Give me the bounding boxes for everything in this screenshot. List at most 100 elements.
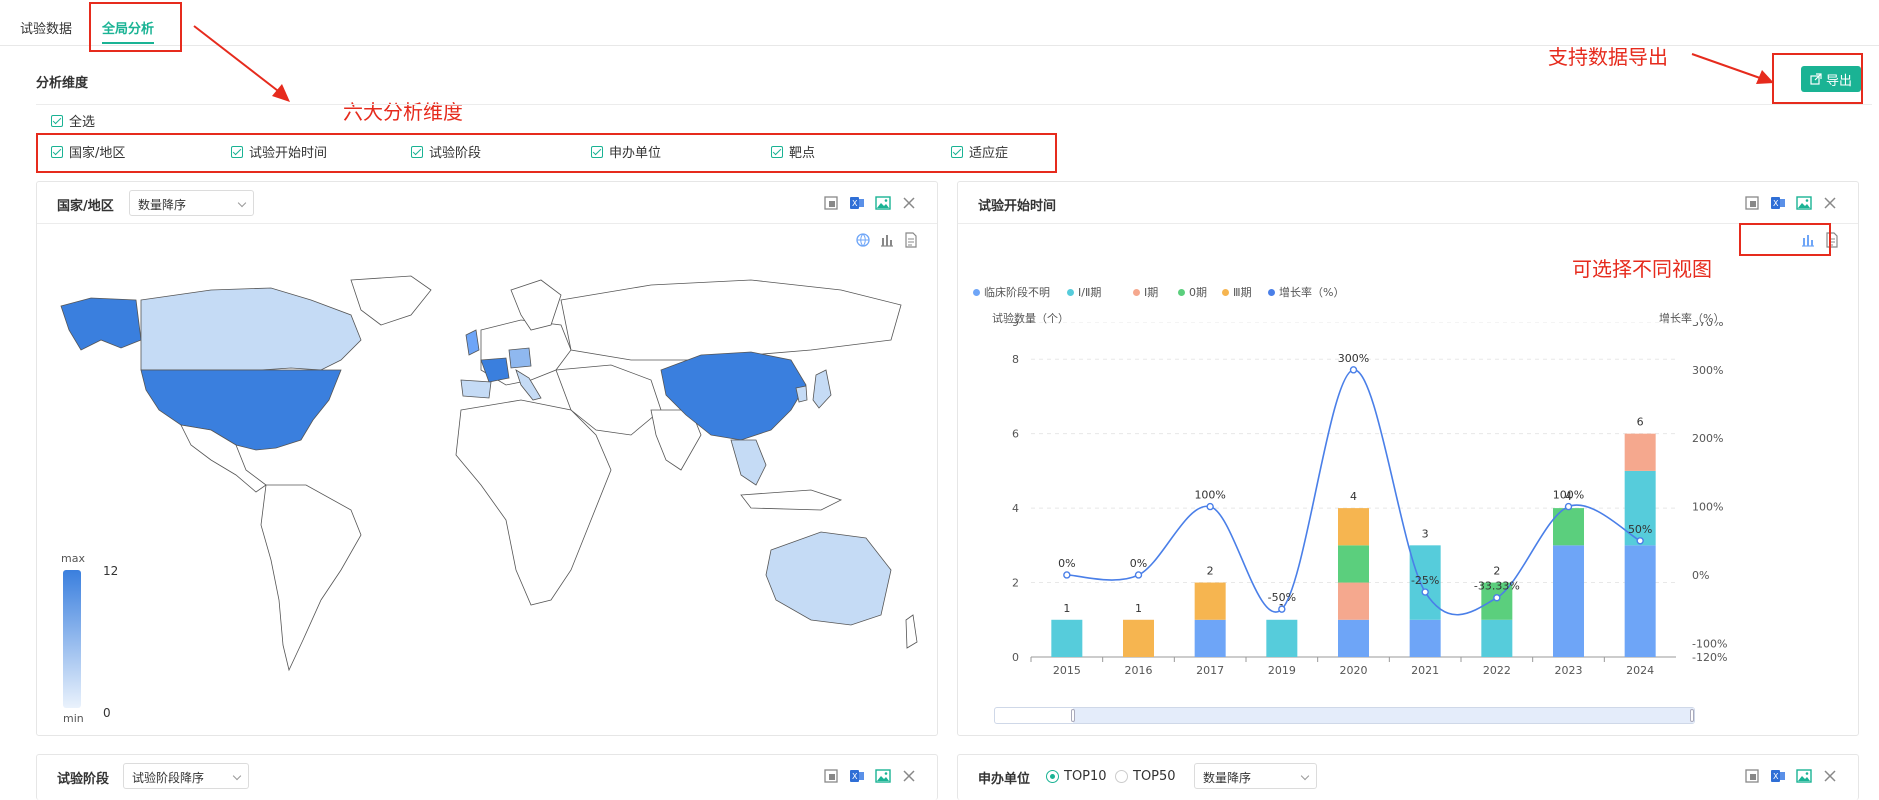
dimension-checkbox-sponsor[interactable]: 申办单位 [591, 142, 661, 161]
y-tick-right: -100% [1692, 637, 1727, 650]
dimension-checkbox-indication[interactable]: 适应症 [951, 142, 1008, 161]
fullscreen-icon[interactable] [1744, 768, 1760, 784]
legend-item[interactable]: 0期 [1178, 284, 1207, 300]
image-icon[interactable] [1796, 768, 1812, 784]
map-color-scale [63, 570, 81, 708]
x-tick-label: 2017 [1196, 664, 1224, 677]
bar-segment [1338, 508, 1369, 546]
chevron-down-icon [232, 771, 242, 781]
bar-segment [1624, 433, 1656, 471]
radio-top10[interactable]: TOP10 [1046, 769, 1107, 784]
growth-point [1278, 605, 1286, 613]
tab-trial-data[interactable]: 试验数据 [20, 18, 72, 37]
scale-gradient-bar [63, 570, 81, 708]
bar-chart-view-icon[interactable] [879, 232, 895, 248]
bar-total-label: 2 [1493, 565, 1500, 578]
legend-item[interactable]: Ⅰ期 [1133, 284, 1158, 300]
map-region-canada [140, 287, 362, 371]
bar-total-label: 3 [1422, 527, 1429, 540]
annotation-views: 可选择不同视图 [1572, 257, 1712, 281]
growth-point [1493, 594, 1501, 602]
panel-start-time: 试验开始时间 X 临床阶段不明 Ⅰ/Ⅱ期 Ⅰ期 0期 Ⅲ期 增长率（%） 试验数… [957, 181, 1859, 736]
map-view-icon[interactable] [855, 232, 871, 248]
checkbox-icon [411, 145, 423, 158]
select-all-checkbox[interactable]: 全选 [51, 111, 95, 130]
dimension-checkbox-target[interactable]: 靶点 [771, 142, 815, 161]
sort-select[interactable]: 数量降序 [1194, 763, 1317, 789]
dimension-checkbox-country[interactable]: 国家/地区 [51, 142, 125, 161]
data-zoom-range[interactable] [1073, 708, 1694, 723]
radio-label: TOP50 [1133, 769, 1176, 784]
sort-select[interactable]: 数量降序 [129, 190, 254, 216]
export-button[interactable]: 导出 [1801, 66, 1861, 92]
checkbox-icon [231, 145, 243, 158]
close-icon[interactable] [901, 195, 917, 211]
legend-item[interactable]: 临床阶段不明 [973, 284, 1050, 300]
excel-icon[interactable]: X [849, 195, 865, 211]
y-tick-right: 200% [1692, 432, 1723, 445]
export-label: 导出 [1825, 73, 1852, 89]
map-region-japan [812, 369, 832, 409]
y-tick-right: 370% [1692, 322, 1723, 329]
map-region-africa [455, 399, 612, 606]
x-tick-label: 2024 [1626, 664, 1654, 677]
fullscreen-icon[interactable] [823, 195, 839, 211]
y-tick-left: 0 [1012, 651, 1019, 664]
dimension-label: 国家/地区 [69, 146, 126, 161]
image-icon[interactable] [875, 195, 891, 211]
x-tick-label: 2019 [1268, 664, 1296, 677]
y-tick-right: 300% [1692, 364, 1723, 377]
data-zoom-handle-left[interactable] [1071, 709, 1075, 722]
panel-header: 国家/地区 数量降序 X [37, 182, 937, 224]
dimension-checkbox-phase[interactable]: 试验阶段 [411, 142, 481, 161]
highlight-box-dimensions [36, 133, 1057, 173]
data-zoom-slider[interactable] [994, 707, 1695, 724]
bar-segment [1194, 582, 1226, 620]
growth-label: -25% [1411, 574, 1439, 587]
panel-phase: 试验阶段 试验阶段降序 X [36, 754, 938, 800]
image-icon[interactable] [1796, 195, 1812, 211]
excel-icon[interactable]: X [849, 768, 865, 784]
legend-label: 增长率（%） [1279, 286, 1345, 299]
dimension-checkbox-start-time[interactable]: 试验开始时间 [231, 142, 327, 161]
bar-segment [1338, 545, 1369, 583]
table-view-icon[interactable] [903, 232, 919, 248]
map-region-alaska [60, 297, 142, 351]
legend-swatch [1178, 288, 1185, 296]
excel-icon[interactable]: X [1770, 195, 1786, 211]
legend-item[interactable]: Ⅰ/Ⅱ期 [1067, 284, 1101, 300]
data-zoom-handle-right[interactable] [1690, 709, 1694, 722]
sort-select[interactable]: 试验阶段降序 [123, 763, 249, 789]
fullscreen-icon[interactable] [1744, 195, 1760, 211]
map-region-france [480, 357, 510, 383]
section-title: 分析维度 [36, 76, 89, 91]
radio-top50[interactable]: TOP50 [1115, 769, 1176, 784]
legend-item[interactable]: 增长率（%） [1268, 284, 1344, 300]
image-icon[interactable] [875, 768, 891, 784]
close-icon[interactable] [1822, 768, 1838, 784]
panel-title: 试验阶段 [57, 772, 110, 787]
svg-text:X: X [1773, 199, 1779, 208]
excel-icon[interactable]: X [1770, 768, 1786, 784]
map-region-germany [508, 347, 532, 369]
divider [36, 104, 1872, 105]
annotation-arrow-dimensions [193, 25, 290, 102]
scale-min-label: min [63, 712, 84, 725]
bar-segment [1624, 545, 1656, 657]
growth-point [1063, 571, 1071, 579]
growth-label: 100% [1194, 489, 1225, 502]
growth-point [1349, 366, 1358, 374]
chevron-down-icon [1300, 771, 1310, 781]
legend-item[interactable]: Ⅲ期 [1222, 284, 1252, 300]
close-icon[interactable] [1822, 195, 1838, 211]
bar-segment [1481, 619, 1513, 657]
growth-label: 50% [1628, 523, 1652, 536]
scale-max-value: 12 [103, 564, 119, 578]
bar-segment [1553, 545, 1584, 657]
panel-header: 试验开始时间 X [958, 182, 1858, 224]
map-region-greenland [350, 275, 432, 326]
sort-select-value: 数量降序 [138, 198, 187, 212]
close-icon[interactable] [901, 768, 917, 784]
fullscreen-icon[interactable] [823, 768, 839, 784]
dimension-label: 适应症 [969, 146, 1009, 161]
